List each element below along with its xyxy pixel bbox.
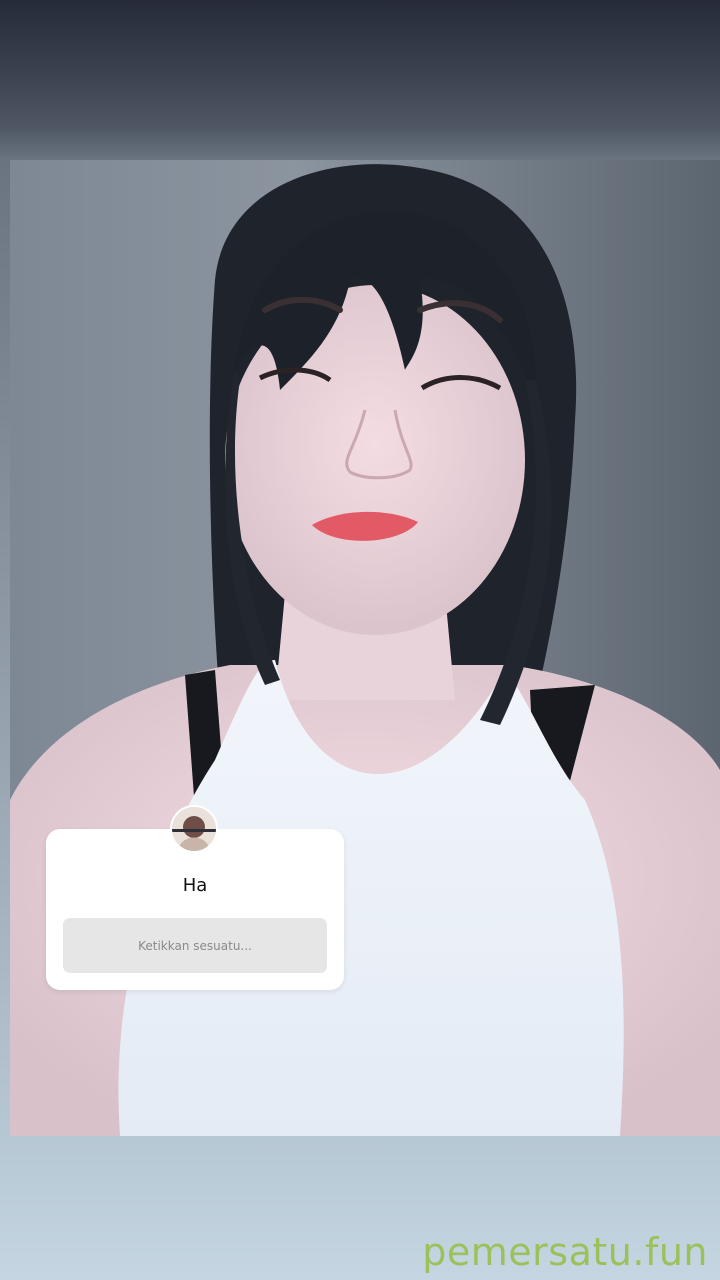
profile-avatar-icon	[170, 805, 218, 853]
answer-input[interactable]	[63, 918, 327, 973]
watermark-text: pemersatu.fun	[422, 1230, 708, 1274]
question-sticker[interactable]: Ha	[46, 805, 344, 990]
question-text: Ha	[182, 875, 208, 896]
